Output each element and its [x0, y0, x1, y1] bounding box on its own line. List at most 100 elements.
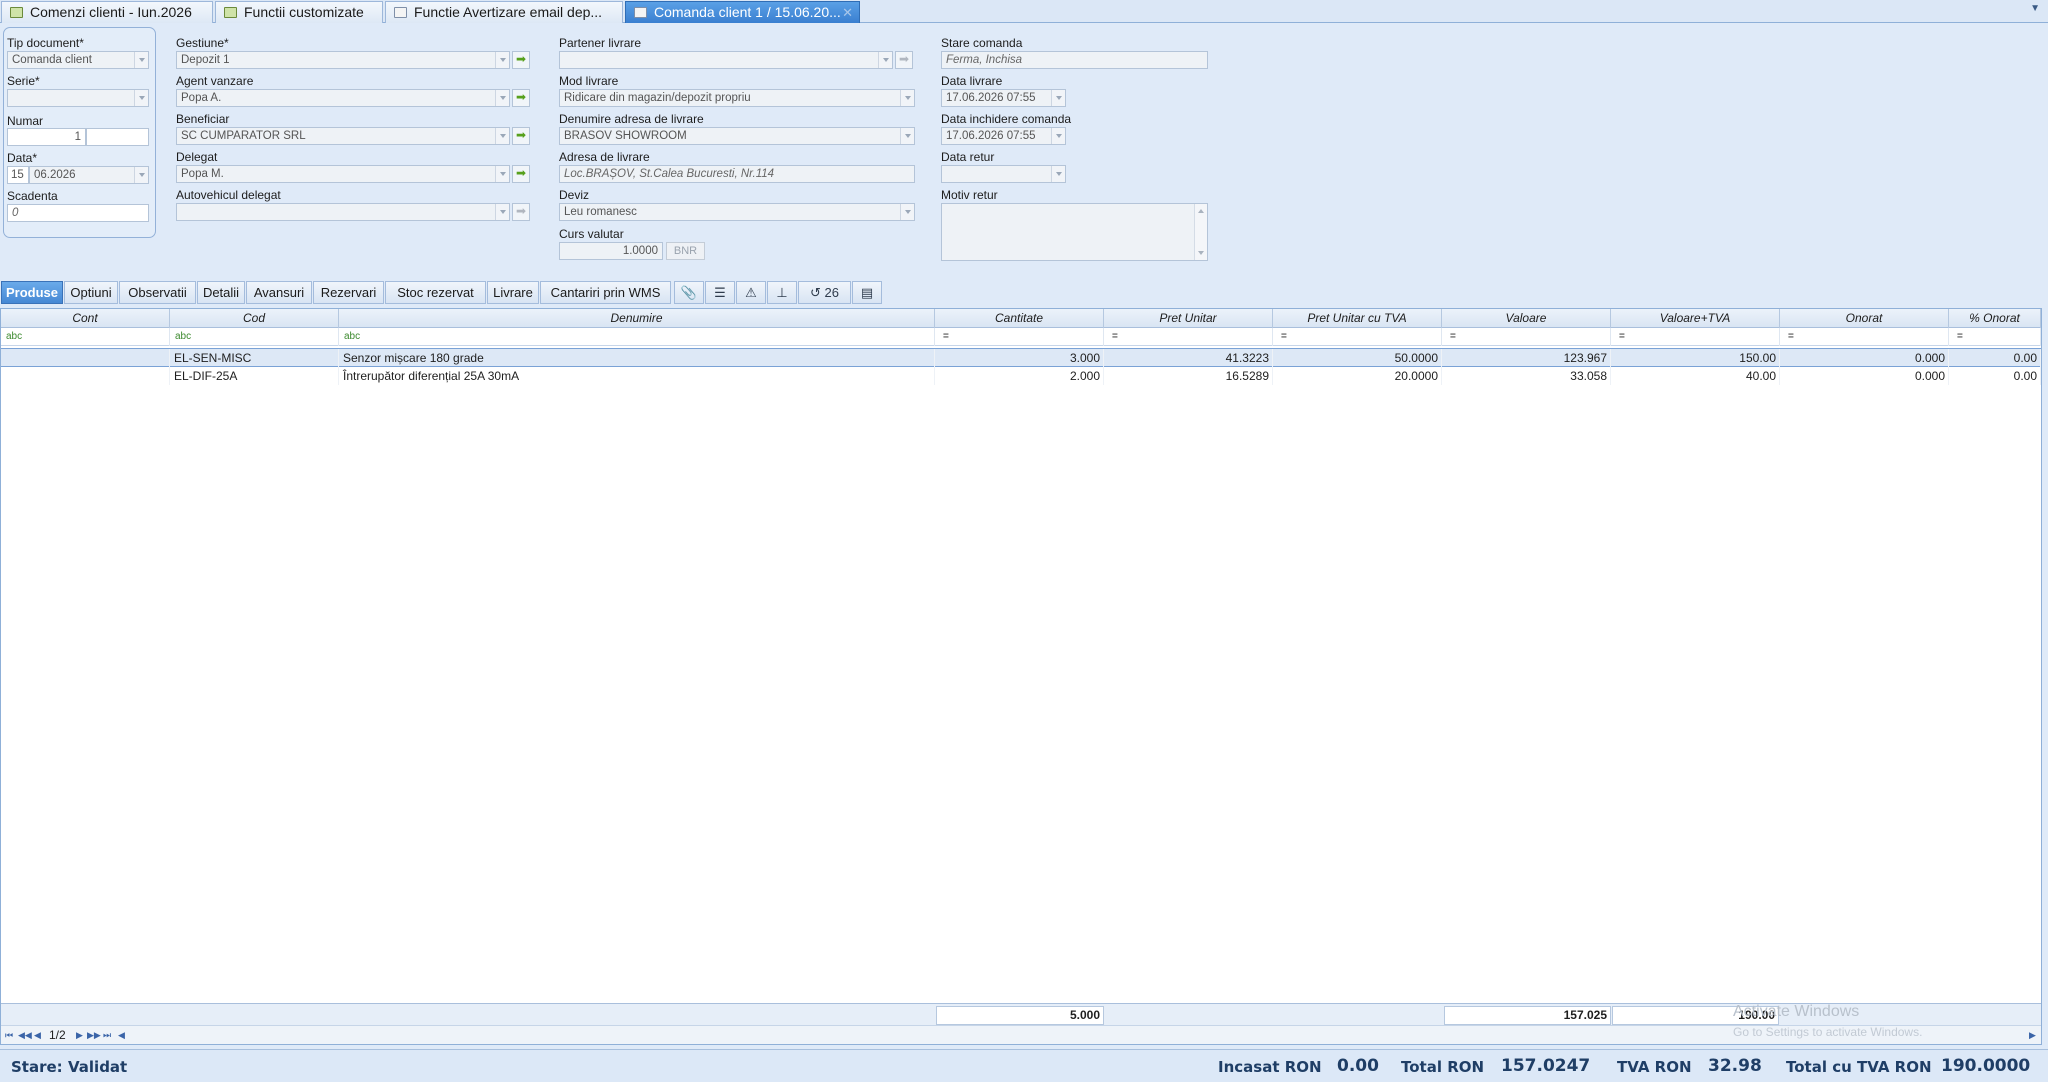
- data-day-input[interactable]: 15: [7, 166, 29, 184]
- last-page-icon[interactable]: ⏭: [103, 1026, 111, 1044]
- chevron-down-icon[interactable]: [1051, 166, 1065, 182]
- data-inchidere-picker[interactable]: 17.06.2026 07:55: [941, 127, 1066, 145]
- tab-functii-customizate[interactable]: Functii customizate: [215, 1, 383, 23]
- col-onorat[interactable]: Onorat: [1780, 309, 1949, 328]
- chevron-down-icon[interactable]: [134, 167, 148, 183]
- chevron-down-icon[interactable]: [1051, 90, 1065, 106]
- col-cod[interactable]: Cod: [170, 309, 339, 328]
- open-gestiune-arrow-icon[interactable]: ➡: [512, 51, 530, 69]
- agent-vanzare-select[interactable]: Popa A.: [176, 89, 510, 107]
- col-denumire[interactable]: Denumire: [339, 309, 935, 328]
- note-icon[interactable]: ▤: [852, 281, 882, 304]
- tab-functie-avertizare[interactable]: Functie Avertizare email dep...: [385, 1, 623, 23]
- tab-rezervari[interactable]: Rezervari: [313, 281, 384, 304]
- filter-denumire[interactable]: abc: [339, 328, 935, 346]
- filter-pct-onorat[interactable]: =: [1949, 328, 2041, 346]
- col-valoare-tva[interactable]: Valoare+TVA: [1611, 309, 1780, 328]
- tab-produse[interactable]: Produse: [1, 281, 63, 304]
- gestiune-select[interactable]: Depozit 1: [176, 51, 510, 69]
- tab-optiuni[interactable]: Optiuni: [64, 281, 118, 304]
- tab-stoc-rezervat[interactable]: Stoc rezervat: [385, 281, 486, 304]
- data-inchidere-label: Data inchidere comanda: [941, 112, 1072, 126]
- tab-comenzi-clienti[interactable]: Comenzi clienti - Iun.2026: [1, 1, 213, 23]
- scroll-down-icon[interactable]: [1198, 251, 1204, 255]
- checklist-icon[interactable]: ☰: [705, 281, 735, 304]
- tab-observatii[interactable]: Observatii: [119, 281, 196, 304]
- partener-livrare-select[interactable]: [559, 51, 893, 69]
- curs-valutar-input[interactable]: 1.0000: [559, 242, 663, 260]
- chevron-down-icon[interactable]: [900, 128, 914, 144]
- open-partener-arrow-icon[interactable]: ➡: [895, 51, 913, 69]
- table-row[interactable]: EL-DIF-25A Întrerupător diferențial 25A …: [1, 367, 2041, 386]
- filter-cantitate[interactable]: =: [935, 328, 1104, 346]
- open-agent-arrow-icon[interactable]: ➡: [512, 89, 530, 107]
- chevron-down-icon[interactable]: [900, 204, 914, 220]
- tip-document-select[interactable]: Comanda client: [7, 51, 149, 69]
- chevron-down-icon[interactable]: [134, 90, 148, 106]
- scroll-up-icon[interactable]: [1198, 209, 1204, 213]
- chevron-down-icon[interactable]: [495, 52, 509, 68]
- tab-detalii[interactable]: Detalii: [197, 281, 245, 304]
- paperclip-icon[interactable]: 📎: [674, 281, 704, 304]
- chevron-down-icon[interactable]: [878, 52, 892, 68]
- next-set-icon[interactable]: ▶▶: [87, 1026, 101, 1044]
- deviz-select[interactable]: Leu romanesc: [559, 203, 915, 221]
- numar-suffix-input[interactable]: [86, 128, 149, 146]
- data-retur-picker[interactable]: [941, 165, 1066, 183]
- filter-cod[interactable]: abc: [170, 328, 339, 346]
- filter-pret-unitar[interactable]: =: [1104, 328, 1273, 346]
- chevron-down-icon[interactable]: [495, 90, 509, 106]
- col-valoare[interactable]: Valoare: [1442, 309, 1611, 328]
- open-delegat-arrow-icon[interactable]: ➡: [512, 165, 530, 183]
- autovehicul-select[interactable]: [176, 203, 510, 221]
- open-beneficiar-arrow-icon[interactable]: ➡: [512, 127, 530, 145]
- history-tab[interactable]: ↺ 26: [798, 281, 851, 304]
- next-page-icon[interactable]: ▶: [76, 1026, 83, 1044]
- numar-input[interactable]: 1: [7, 128, 86, 146]
- col-cantitate[interactable]: Cantitate: [935, 309, 1104, 328]
- chevron-down-icon[interactable]: [900, 90, 914, 106]
- prev-set-icon[interactable]: ◀◀: [18, 1026, 32, 1044]
- filter-onorat[interactable]: =: [1780, 328, 1949, 346]
- document-icon: [634, 7, 647, 18]
- chevron-down-icon[interactable]: [495, 166, 509, 182]
- filter-valoare[interactable]: =: [1442, 328, 1611, 346]
- scadenta-input[interactable]: 0: [7, 204, 149, 222]
- filter-cont[interactable]: abc: [1, 328, 170, 346]
- col-pret-unitar-tva[interactable]: Pret Unitar cu TVA: [1273, 309, 1442, 328]
- scroll-right-icon[interactable]: ▶: [2029, 1026, 2036, 1044]
- chevron-down-icon[interactable]: [1051, 128, 1065, 144]
- close-icon[interactable]: ✕: [842, 2, 853, 23]
- first-page-icon[interactable]: ⏮: [5, 1026, 13, 1044]
- filter-valoare-tva[interactable]: =: [1611, 328, 1780, 346]
- mod-livrare-select[interactable]: Ridicare din magazin/depozit propriu: [559, 89, 915, 107]
- stamp-icon[interactable]: ⊥: [767, 281, 797, 304]
- scroll-left-icon[interactable]: ◀: [118, 1026, 125, 1044]
- serie-select[interactable]: [7, 89, 149, 107]
- delegat-select[interactable]: Popa M.: [176, 165, 510, 183]
- tab-avansuri[interactable]: Avansuri: [246, 281, 312, 304]
- bnr-button[interactable]: BNR: [666, 242, 705, 260]
- prev-page-icon[interactable]: ◀: [34, 1026, 41, 1044]
- chevron-down-icon[interactable]: [495, 128, 509, 144]
- denumire-adresa-select[interactable]: BRASOV SHOWROOM: [559, 127, 915, 145]
- col-pct-onorat[interactable]: % Onorat: [1949, 309, 2041, 328]
- col-cont[interactable]: Cont: [1, 309, 170, 328]
- tab-livrare[interactable]: Livrare: [487, 281, 539, 304]
- motiv-retur-textarea[interactable]: [941, 203, 1208, 261]
- tab-comanda-client[interactable]: Comanda client 1 / 15.06.20... ✕: [625, 1, 860, 23]
- tab-cantariri-wms[interactable]: Cantariri prin WMS: [540, 281, 671, 304]
- filter-pret-unitar-tva[interactable]: =: [1273, 328, 1442, 346]
- col-pret-unitar[interactable]: Pret Unitar: [1104, 309, 1273, 328]
- warning-icon[interactable]: ⚠: [736, 281, 766, 304]
- open-autovehicul-arrow-icon[interactable]: ➡: [512, 203, 530, 221]
- beneficiar-select[interactable]: SC CUMPARATOR SRL: [176, 127, 510, 145]
- chevron-down-icon[interactable]: [495, 204, 509, 220]
- chevron-down-icon[interactable]: [134, 52, 148, 68]
- data-livrare-picker[interactable]: 17.06.2026 07:55: [941, 89, 1066, 107]
- motiv-retur-scrollbar[interactable]: [1194, 204, 1207, 260]
- data-date-picker[interactable]: 06.2026: [29, 166, 149, 184]
- table-row[interactable]: EL-SEN-MISC Senzor mișcare 180 grade 3.0…: [1, 348, 2041, 367]
- adresa-livrare-field[interactable]: Loc.BRAȘOV, St.Calea Bucuresti, Nr.114: [559, 165, 915, 183]
- chevron-down-icon[interactable]: ▼: [2030, 3, 2040, 14]
